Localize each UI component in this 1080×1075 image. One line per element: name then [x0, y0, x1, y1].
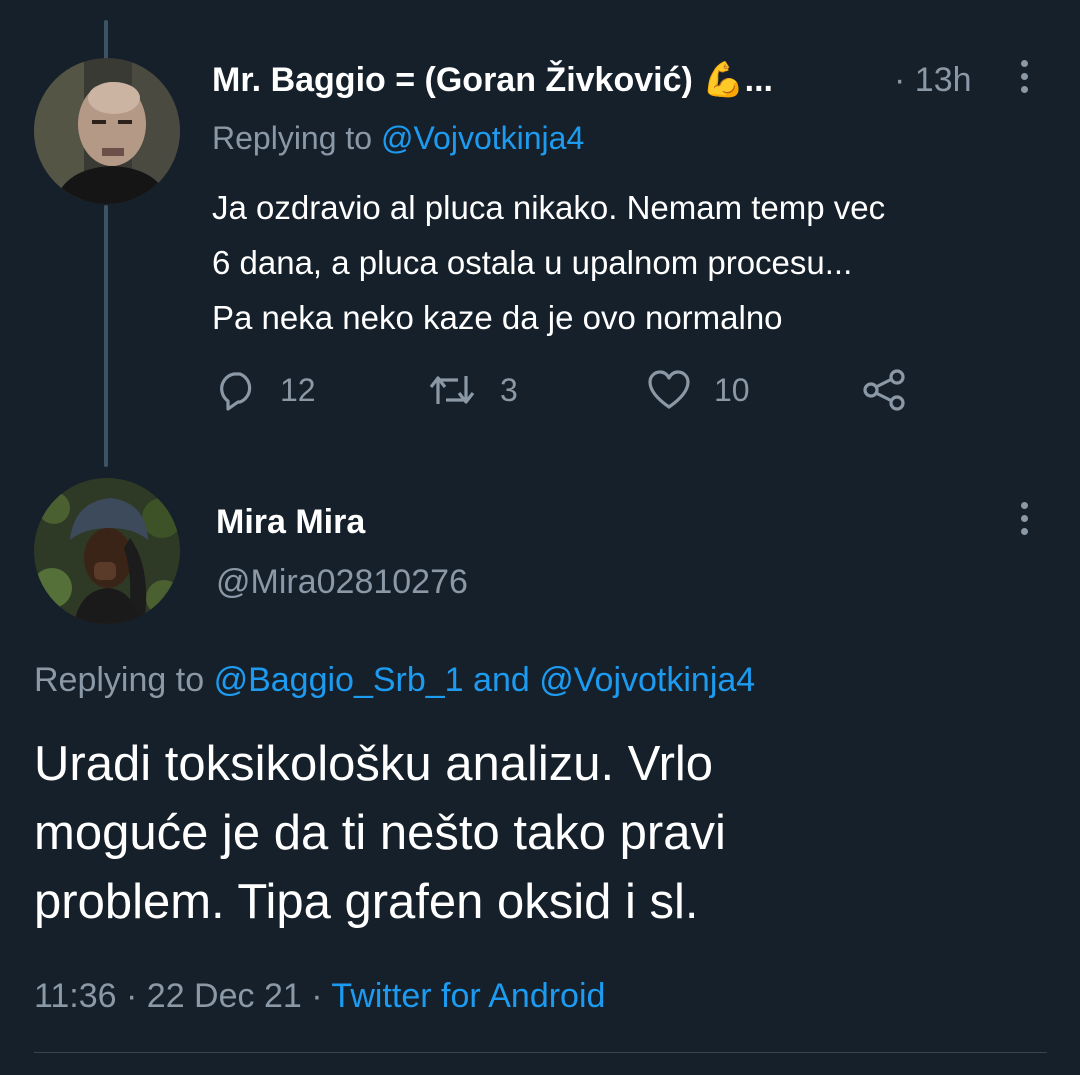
author-handle[interactable]: @Mira02810276	[216, 560, 468, 604]
tweet-text-line: moguće je da ti nešto tako pravi	[34, 806, 726, 860]
separator-dot: ·	[894, 61, 906, 99]
tweet-text-line: Ja ozdravio al pluca nikako. Nemam temp …	[212, 189, 886, 226]
name-ellipsis: ...	[744, 61, 773, 99]
tweet-text-line: Pa neka neko kaze da je ovo normalno	[212, 299, 783, 336]
tweet-text-line: 6 dana, a pluca ostala u upalnom procesu…	[212, 244, 853, 281]
separator-dot: ·	[311, 977, 323, 1015]
author-name[interactable]: Mr. Baggio = (Goran Živković) 💪...	[212, 58, 773, 102]
mention-link[interactable]: @Vojvotkinja4	[539, 661, 755, 699]
share-button[interactable]	[862, 366, 908, 414]
tweet-metadata: 11:36 · 22 Dec 21 · Twitter for Android	[34, 972, 605, 1020]
more-icon[interactable]	[1012, 58, 1036, 98]
avatar[interactable]	[34, 58, 180, 204]
tweet-text-line: problem. Tipa grafen oksid i sl.	[34, 875, 699, 929]
flexed-biceps-icon: 💪	[702, 61, 745, 99]
divider	[34, 1052, 1047, 1053]
tweet-source-link[interactable]: Twitter for Android	[331, 977, 605, 1015]
reply-icon	[214, 368, 258, 412]
author-name[interactable]: Mira Mira	[216, 500, 365, 544]
replying-to-line: Replying to @Vojvotkinja4	[212, 116, 584, 160]
retweet-count: 3	[500, 371, 518, 408]
tweet-text-line: Uradi toksikološku analizu. Vrlo	[34, 737, 714, 791]
replying-prefix: Replying to	[212, 120, 373, 156]
tweet-text: Ja ozdravio al pluca nikako. Nemam temp …	[212, 180, 885, 345]
mention-link[interactable]: @Baggio_Srb_1	[214, 661, 464, 699]
replying-and: and	[473, 661, 530, 699]
tweet-timestamp[interactable]: · 13h	[894, 58, 972, 102]
avatar[interactable]	[34, 478, 180, 624]
tweet-time[interactable]: 11:36	[34, 977, 117, 1015]
tweet-date[interactable]: 22 Dec 21	[147, 977, 302, 1015]
retweet-icon	[428, 368, 476, 412]
reply-count: 12	[280, 371, 316, 408]
share-icon	[862, 368, 908, 412]
like-count: 10	[714, 371, 750, 408]
like-button[interactable]: 10	[646, 366, 750, 414]
replying-prefix: Replying to	[34, 661, 205, 699]
time-ago: 13h	[914, 61, 972, 99]
reply-button[interactable]: 12	[214, 366, 316, 414]
thread-line-top	[104, 20, 108, 60]
mention-link[interactable]: @Vojvotkinja4	[381, 120, 584, 156]
replying-to-line: Replying to @Baggio_Srb_1 and @Vojvotkin…	[34, 658, 755, 702]
more-icon[interactable]	[1012, 500, 1036, 540]
tweet-text: Uradi toksikološku analizu. Vrlo moguće …	[34, 730, 726, 937]
separator-dot: ·	[126, 977, 138, 1015]
retweet-button[interactable]: 3	[428, 366, 518, 414]
like-icon	[646, 368, 692, 412]
display-name: Mr. Baggio = (Goran Živković)	[212, 61, 693, 99]
thread-line	[104, 205, 108, 467]
